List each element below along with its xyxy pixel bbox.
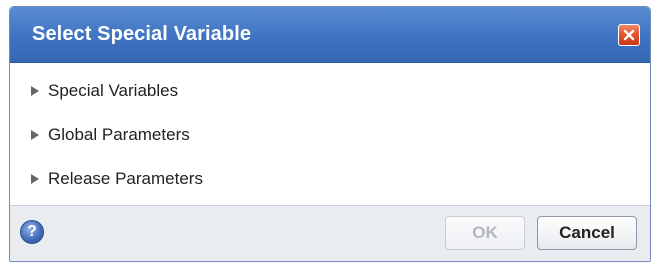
tree-item-label: Release Parameters (48, 169, 203, 188)
dialog-title: Select Special Variable (32, 23, 252, 45)
expand-arrow-icon[interactable] (28, 84, 42, 98)
tree-item-release-parameters[interactable]: Release Parameters (28, 166, 203, 192)
dialog-footer: ? OK Cancel (10, 205, 650, 261)
dialog-titlebar[interactable]: Select Special Variable (10, 7, 650, 63)
select-special-variable-dialog: Select Special Variable Special Variable… (9, 6, 651, 262)
question-mark-icon[interactable]: ? (20, 220, 44, 244)
variable-tree: Special Variables Global Parameters Rele… (10, 64, 650, 205)
close-button[interactable] (618, 24, 640, 46)
expand-arrow-icon[interactable] (28, 172, 42, 186)
tree-item-special-variables[interactable]: Special Variables (28, 78, 178, 104)
tree-item-label: Special Variables (48, 81, 179, 100)
tree-item-label: Global Parameters (48, 125, 190, 144)
ok-button[interactable]: OK (445, 216, 525, 250)
expand-arrow-icon[interactable] (28, 128, 42, 142)
close-icon (623, 29, 635, 41)
cancel-button[interactable]: Cancel (537, 216, 637, 250)
tree-item-global-parameters[interactable]: Global Parameters (28, 122, 190, 148)
